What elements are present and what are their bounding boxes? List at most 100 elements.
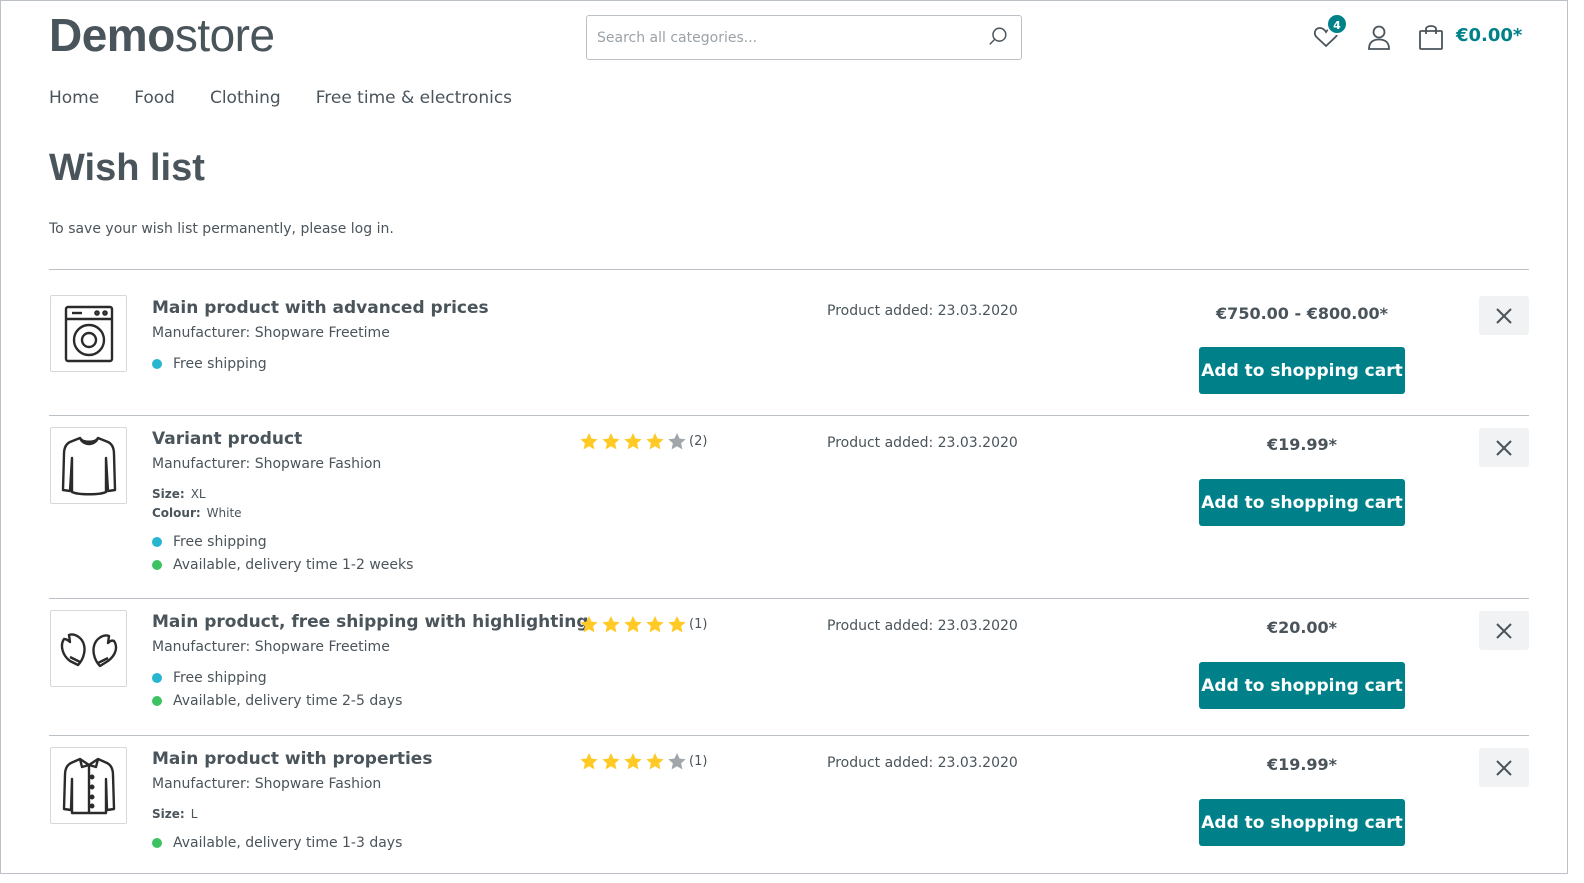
- add-to-cart-button[interactable]: Add to shopping cart: [1199, 347, 1405, 394]
- page-frame: Demostore 4 €0.00* Home Food Clothing Fr…: [0, 0, 1568, 874]
- close-icon: [1496, 622, 1512, 639]
- star-filled-icon: [646, 433, 664, 450]
- shipping-info: Free shipping: [152, 670, 267, 686]
- nav-item-food[interactable]: Food: [134, 88, 175, 108]
- status-dot: [152, 696, 162, 706]
- star-empty-icon: [668, 753, 686, 770]
- product-name[interactable]: Variant product: [152, 429, 302, 449]
- star-filled-icon: [602, 753, 620, 770]
- star-empty-icon: [668, 433, 686, 450]
- delivery-info: Free shipping: [152, 356, 267, 372]
- shipping-info: Free shipping: [152, 534, 267, 550]
- status-dot: [152, 673, 162, 683]
- delivery-info: Available, delivery time 2-5 days: [152, 693, 402, 709]
- delivery-info: Available, delivery time 1-3 days: [152, 835, 402, 851]
- product-image[interactable]: [50, 747, 127, 824]
- close-icon: [1496, 439, 1512, 456]
- nav-item-free-time-electronics[interactable]: Free time & electronics: [316, 88, 512, 108]
- product-rating: (1): [579, 752, 707, 771]
- add-to-cart-button[interactable]: Add to shopping cart: [1199, 662, 1405, 709]
- property-value: L: [190, 807, 198, 821]
- delivery-text: Available, delivery time 1-2 weeks: [173, 557, 414, 573]
- star-filled-icon: [646, 753, 664, 770]
- product-added-date: Product added: 23.03.2020: [827, 303, 1018, 319]
- page-title: Wish list: [49, 147, 205, 189]
- product-property-colour: Colour: White: [152, 506, 242, 520]
- jacket-icon: [62, 757, 115, 814]
- property-label: Size:: [152, 807, 185, 821]
- wishlist-item: Main product, free shipping with highlig…: [49, 598, 1529, 735]
- product-name[interactable]: Main product, free shipping with highlig…: [152, 612, 589, 632]
- shopping-bag-icon[interactable]: [1418, 23, 1444, 51]
- product-manufacturer: Manufacturer: Shopware Freetime: [152, 325, 390, 341]
- account-icon[interactable]: [1367, 24, 1391, 50]
- main-navigation: Home Food Clothing Free time & electroni…: [49, 88, 547, 108]
- mittens-icon: [60, 632, 117, 667]
- rating-count: (1): [689, 617, 708, 632]
- status-dot: [152, 838, 162, 848]
- product-manufacturer: Manufacturer: Shopware Fashion: [152, 776, 382, 792]
- logo-bold: Demo: [49, 9, 175, 61]
- status-dot: [152, 537, 162, 547]
- search-box: [586, 15, 1022, 60]
- status-dot: [152, 359, 162, 369]
- logo-light: store: [174, 9, 275, 61]
- delivery-text: Free shipping: [173, 670, 267, 686]
- wishlist-items: Main product with advanced prices Manufa…: [49, 269, 1529, 873]
- star-filled-icon: [646, 616, 664, 633]
- delivery-text: Free shipping: [173, 356, 267, 372]
- remove-item-button[interactable]: [1479, 748, 1529, 787]
- product-added-date: Product added: 23.03.2020: [827, 435, 1018, 451]
- product-image[interactable]: [50, 610, 127, 687]
- nav-item-clothing[interactable]: Clothing: [210, 88, 281, 108]
- product-price: €750.00 - €800.00*: [1216, 304, 1388, 323]
- nav-item-home[interactable]: Home: [49, 88, 99, 108]
- washing-machine-icon: [64, 305, 113, 362]
- star-filled-icon: [602, 433, 620, 450]
- delivery-text: Available, delivery time 1-3 days: [173, 835, 403, 851]
- cart-total[interactable]: €0.00*: [1456, 25, 1522, 46]
- wishlist-item: Main product with advanced prices Manufa…: [49, 269, 1529, 415]
- product-manufacturer: Manufacturer: Shopware Freetime: [152, 639, 390, 655]
- rating-count: (1): [689, 754, 708, 769]
- property-label: Colour:: [152, 506, 201, 520]
- remove-item-button[interactable]: [1479, 428, 1529, 467]
- product-name[interactable]: Main product with advanced prices: [152, 298, 489, 318]
- property-label: Size:: [152, 487, 185, 501]
- star-filled-icon: [602, 616, 620, 633]
- product-added-date: Product added: 23.03.2020: [827, 755, 1018, 771]
- search-input[interactable]: [587, 16, 967, 59]
- product-price: €19.99*: [1266, 435, 1338, 454]
- login-info-text: To save your wish list permanently, plea…: [49, 221, 394, 237]
- star-filled-icon: [624, 753, 642, 770]
- close-icon: [1496, 307, 1512, 324]
- add-to-cart-button[interactable]: Add to shopping cart: [1199, 799, 1405, 846]
- product-image[interactable]: [50, 427, 127, 504]
- product-rating: (2): [579, 432, 707, 451]
- delivery-info: Available, delivery time 1-2 weeks: [152, 557, 413, 573]
- add-to-cart-button[interactable]: Add to shopping cart: [1199, 479, 1405, 526]
- sweater-icon: [61, 436, 116, 495]
- rating-count: (2): [689, 434, 708, 449]
- wishlist-item: Main product with properties Manufacture…: [49, 735, 1529, 873]
- property-value: White: [206, 506, 242, 520]
- product-price: €19.99*: [1266, 755, 1338, 774]
- remove-item-button[interactable]: [1479, 611, 1529, 650]
- store-logo[interactable]: Demostore: [49, 9, 275, 61]
- product-property-size: Size: L: [152, 807, 197, 821]
- star-filled-icon: [580, 753, 598, 770]
- status-dot: [152, 560, 162, 570]
- star-filled-icon: [668, 616, 686, 633]
- product-image[interactable]: [50, 295, 127, 372]
- property-value: XL: [190, 487, 206, 501]
- wishlist-count-badge: 4: [1326, 13, 1348, 35]
- delivery-text: Free shipping: [173, 534, 267, 550]
- star-filled-icon: [624, 433, 642, 450]
- remove-item-button[interactable]: [1479, 296, 1529, 335]
- star-filled-icon: [580, 433, 598, 450]
- product-rating: (1): [579, 615, 707, 634]
- product-name[interactable]: Main product with properties: [152, 749, 432, 769]
- product-manufacturer: Manufacturer: Shopware Fashion: [152, 456, 382, 472]
- search-icon[interactable]: [987, 26, 1009, 48]
- close-icon: [1496, 759, 1512, 776]
